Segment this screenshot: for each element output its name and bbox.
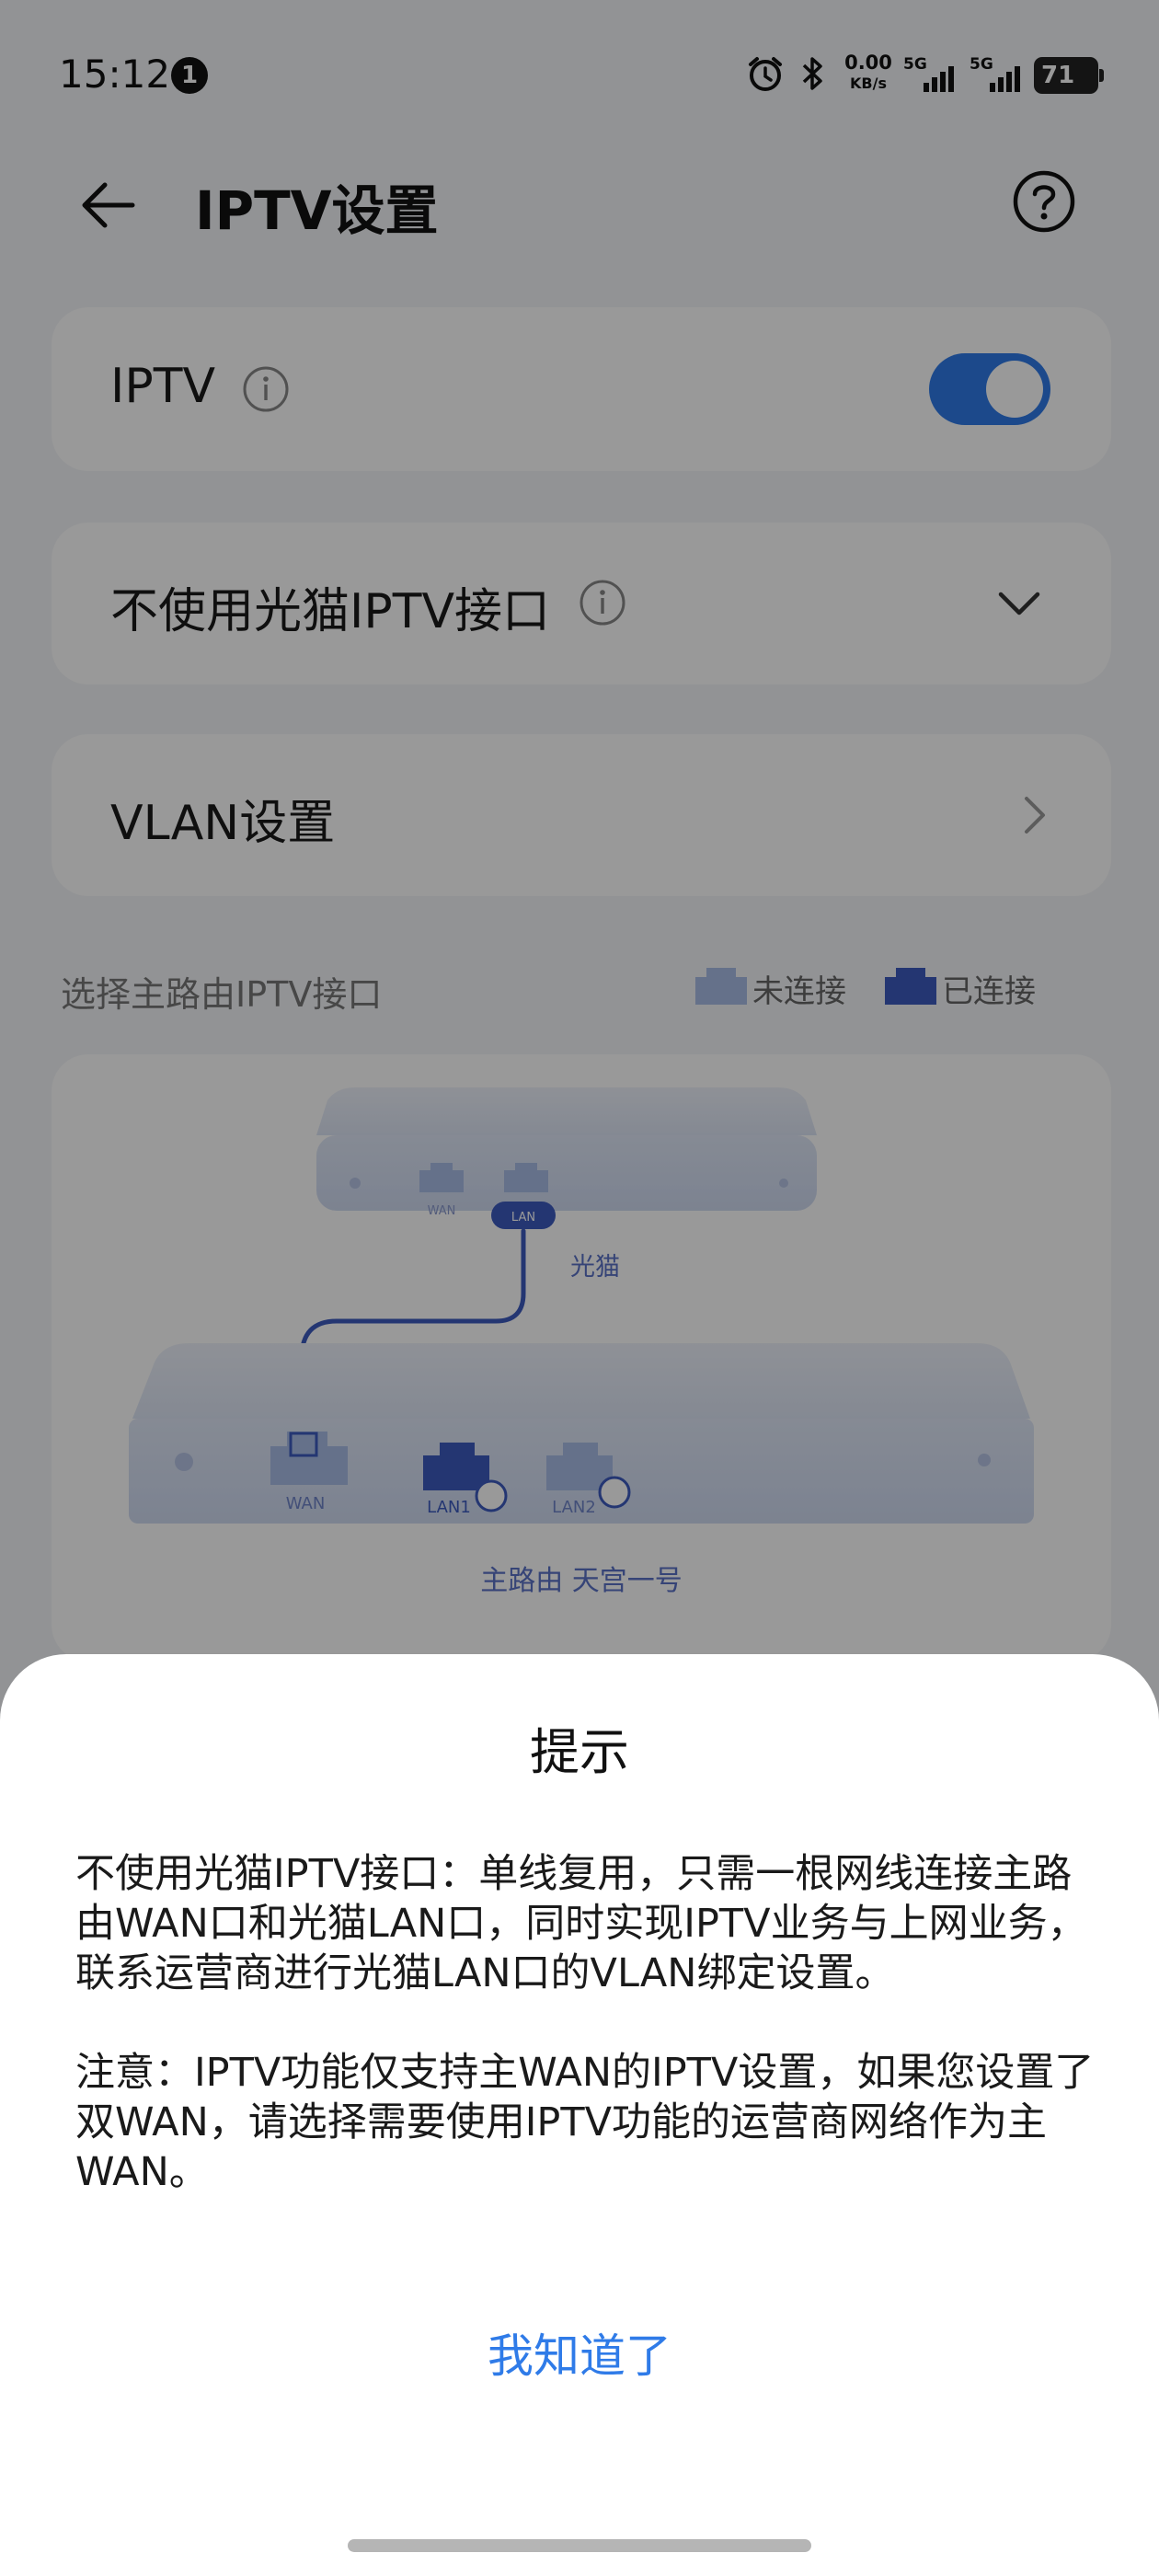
dialog-title: 提示 (530, 1723, 629, 1781)
dialog-body: 不使用光猫IPTV接口：单线复用，只需一根网线连接主路由WAN口和光猫LAN口，… (75, 1849, 1096, 2197)
dialog-paragraph-1: 不使用光猫IPTV接口：单线复用，只需一根网线连接主路由WAN口和光猫LAN口，… (75, 1851, 1087, 1996)
confirm-button[interactable]: 我知道了 (396, 2315, 763, 2398)
info-dialog: 提示 不使用光猫IPTV接口：单线复用，只需一根网线连接主路由WAN口和光猫LA… (0, 1654, 1159, 2576)
home-indicator[interactable] (348, 2539, 811, 2552)
dialog-paragraph-2: 注意：IPTV功能仅支持主WAN的IPTV设置，如果您设置了双WAN，请选择需要… (75, 2050, 1095, 2195)
